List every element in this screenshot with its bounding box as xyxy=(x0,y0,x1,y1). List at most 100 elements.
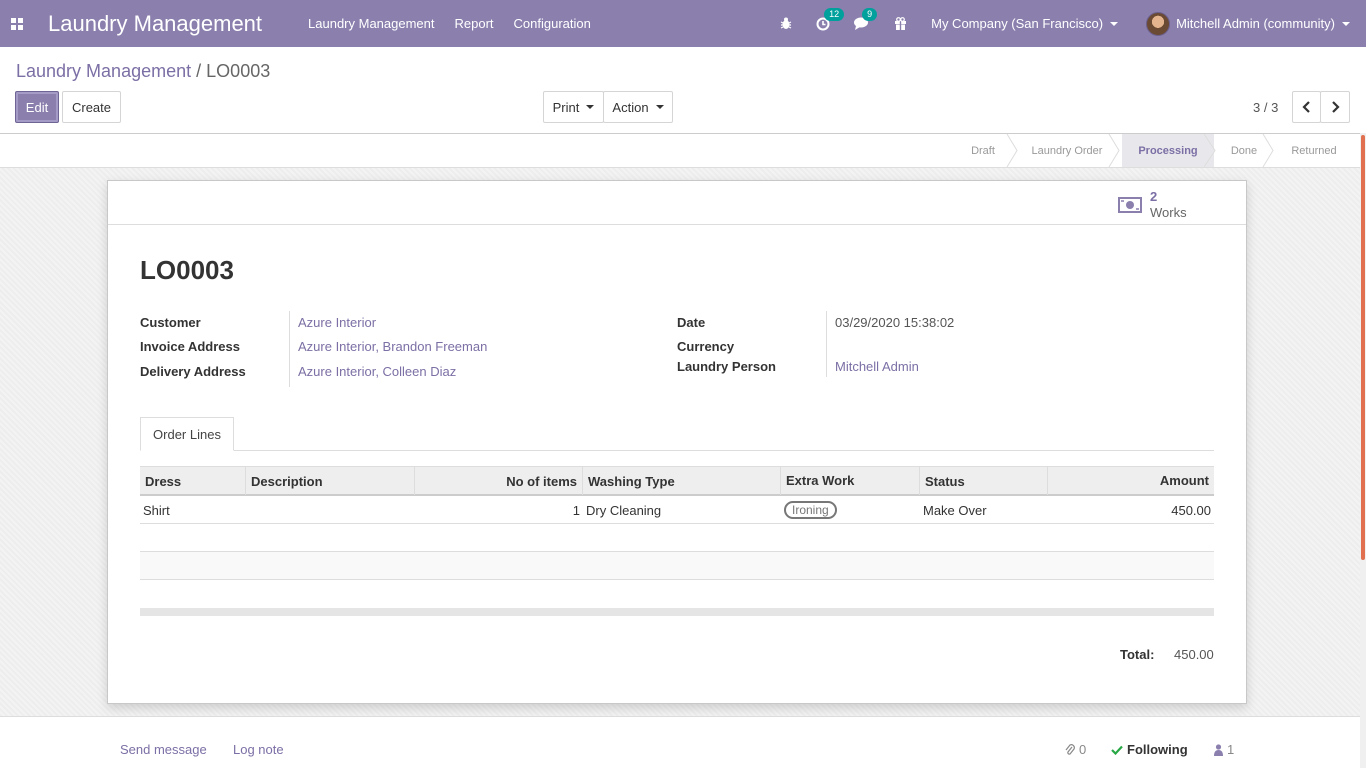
order-lines-table: Dress Description No of items Washing Ty… xyxy=(140,466,1214,616)
activity-count-badge: 12 xyxy=(824,7,845,21)
tab-order-lines[interactable]: Order Lines xyxy=(140,417,234,451)
column-header-dress[interactable]: Dress xyxy=(140,467,246,495)
gift-icon[interactable] xyxy=(894,17,907,30)
cell-no-of-items: 1 xyxy=(572,502,580,518)
check-icon xyxy=(1111,745,1123,755)
total-label: Total: xyxy=(1120,647,1155,662)
company-switcher[interactable]: My Company (San Francisco) xyxy=(931,16,1119,31)
cell-description xyxy=(246,496,415,524)
table-row-empty xyxy=(140,552,1214,580)
breadcrumb: Laundry Management / LO0003 xyxy=(16,61,270,82)
stage-laundry-order[interactable]: Laundry Order xyxy=(1012,134,1122,167)
chatter: Send message Log note 0 Following 1 xyxy=(0,716,1360,768)
chevron-right-icon xyxy=(1331,101,1340,113)
messages-chat-icon[interactable]: 9 xyxy=(854,8,878,30)
following-button[interactable]: Following xyxy=(1111,742,1188,757)
customer-field[interactable]: Azure Interior xyxy=(298,315,376,330)
user-menu[interactable]: Mitchell Admin (community) xyxy=(1146,11,1350,36)
stage-returned[interactable]: Returned xyxy=(1272,134,1356,167)
pager-next-button[interactable] xyxy=(1320,91,1350,123)
attachments-count: 0 xyxy=(1079,742,1087,757)
delivery-address-label: Delivery Address xyxy=(140,364,246,379)
field-divider xyxy=(289,311,290,387)
table-row-empty xyxy=(140,524,1214,552)
action-dropdown[interactable]: Action xyxy=(603,91,673,123)
company-name: My Company (San Francisco) xyxy=(931,16,1104,31)
stage-separator xyxy=(1204,134,1216,167)
debug-bug-icon[interactable] xyxy=(780,17,792,30)
app-title[interactable]: Laundry Management xyxy=(48,11,262,37)
following-label: Following xyxy=(1127,742,1188,757)
breadcrumb-parent-link[interactable]: Laundry Management xyxy=(16,61,191,81)
avatar xyxy=(1146,11,1171,36)
invoice-address-field[interactable]: Azure Interior, Brandon Freeman xyxy=(298,339,487,354)
user-icon xyxy=(1214,743,1223,756)
breadcrumb-separator: / xyxy=(196,61,202,81)
chevron-down-icon xyxy=(655,105,664,109)
log-note-button[interactable]: Log note xyxy=(233,742,284,757)
user-name: Mitchell Admin (community) xyxy=(1176,16,1335,31)
date-label: Date xyxy=(677,315,706,330)
field-divider xyxy=(826,311,827,377)
column-header-no-of-items[interactable]: No of items xyxy=(415,467,583,495)
chevron-down-icon xyxy=(1342,21,1350,26)
laundry-person-field[interactable]: Mitchell Admin xyxy=(835,359,919,374)
print-dropdown[interactable]: Print xyxy=(543,91,604,123)
stage-separator xyxy=(1262,134,1274,167)
breadcrumb-current: LO0003 xyxy=(206,61,271,81)
print-label: Print xyxy=(552,99,580,115)
table-row[interactable]: Shirt 1 Dry Cleaning Ironing Make Over 4… xyxy=(140,496,1214,524)
column-header-washing-type[interactable]: Washing Type xyxy=(583,467,781,495)
cell-status: Make Over xyxy=(923,502,987,518)
works-label: Works xyxy=(1150,205,1187,220)
cell-dress: Shirt xyxy=(143,502,170,518)
pager-value[interactable]: 3 / 3 xyxy=(1253,100,1278,115)
laundry-person-label: Laundry Person xyxy=(677,359,776,374)
action-label: Action xyxy=(612,99,649,115)
edit-button[interactable]: Edit xyxy=(15,91,59,123)
status-bar: Draft Laundry Order Processing Done Retu… xyxy=(0,133,1366,168)
stage-separator xyxy=(1006,134,1018,167)
works-count: 2 xyxy=(1150,189,1158,204)
menu-report[interactable]: Report xyxy=(455,16,494,31)
apps-menu-icon[interactable] xyxy=(1,0,33,47)
form-sheet: 2 Works LO0003 Customer Azure Interior I… xyxy=(107,180,1247,704)
cell-washing-type: Dry Cleaning xyxy=(586,502,662,518)
pager-previous-button[interactable] xyxy=(1292,91,1321,123)
scrollbar[interactable] xyxy=(1360,133,1366,768)
chevron-down-icon xyxy=(1110,21,1119,26)
chevron-left-icon xyxy=(1302,101,1310,113)
menu-laundry-management[interactable]: Laundry Management xyxy=(308,16,434,31)
table-header: Dress Description No of items Washing Ty… xyxy=(140,466,1214,496)
customer-label: Customer xyxy=(140,315,201,330)
attachments-button[interactable]: 0 xyxy=(1065,742,1086,757)
cell-amount: 450.00 xyxy=(1171,502,1211,518)
send-message-button[interactable]: Send message xyxy=(120,742,207,757)
stage-processing[interactable]: Processing xyxy=(1122,134,1214,167)
date-field[interactable]: 03/29/2020 15:38:02 xyxy=(835,315,954,330)
column-header-status[interactable]: Status xyxy=(920,467,1048,495)
top-navbar: Laundry Management Laundry Management Re… xyxy=(0,0,1366,47)
works-smart-button[interactable]: 2 Works xyxy=(1118,189,1187,221)
column-header-extra-work[interactable]: Extra Work xyxy=(781,467,920,495)
table-footer xyxy=(140,608,1214,616)
table-row-empty xyxy=(140,580,1214,608)
notebook-tab-line xyxy=(140,450,1214,451)
record-title: LO0003 xyxy=(140,255,234,285)
column-header-amount[interactable]: Amount xyxy=(1048,467,1214,495)
activity-clock-icon[interactable]: 12 xyxy=(816,7,845,31)
currency-label: Currency xyxy=(677,339,735,354)
create-button[interactable]: Create xyxy=(62,91,121,123)
delivery-address-field[interactable]: Azure Interior, Colleen Diaz xyxy=(298,364,456,379)
paperclip-icon xyxy=(1065,743,1075,755)
followers-count: 1 xyxy=(1227,742,1235,757)
invoice-address-label: Invoice Address xyxy=(140,339,240,354)
money-icon xyxy=(1118,197,1142,213)
stage-draft[interactable]: Draft xyxy=(958,134,1008,167)
menu-configuration[interactable]: Configuration xyxy=(514,16,591,31)
followers-button[interactable]: 1 xyxy=(1214,742,1234,757)
scrollbar-thumb[interactable] xyxy=(1361,135,1365,560)
chevron-down-icon xyxy=(586,105,595,109)
column-header-description[interactable]: Description xyxy=(246,467,415,495)
total-value: 450.00 xyxy=(1174,647,1214,662)
